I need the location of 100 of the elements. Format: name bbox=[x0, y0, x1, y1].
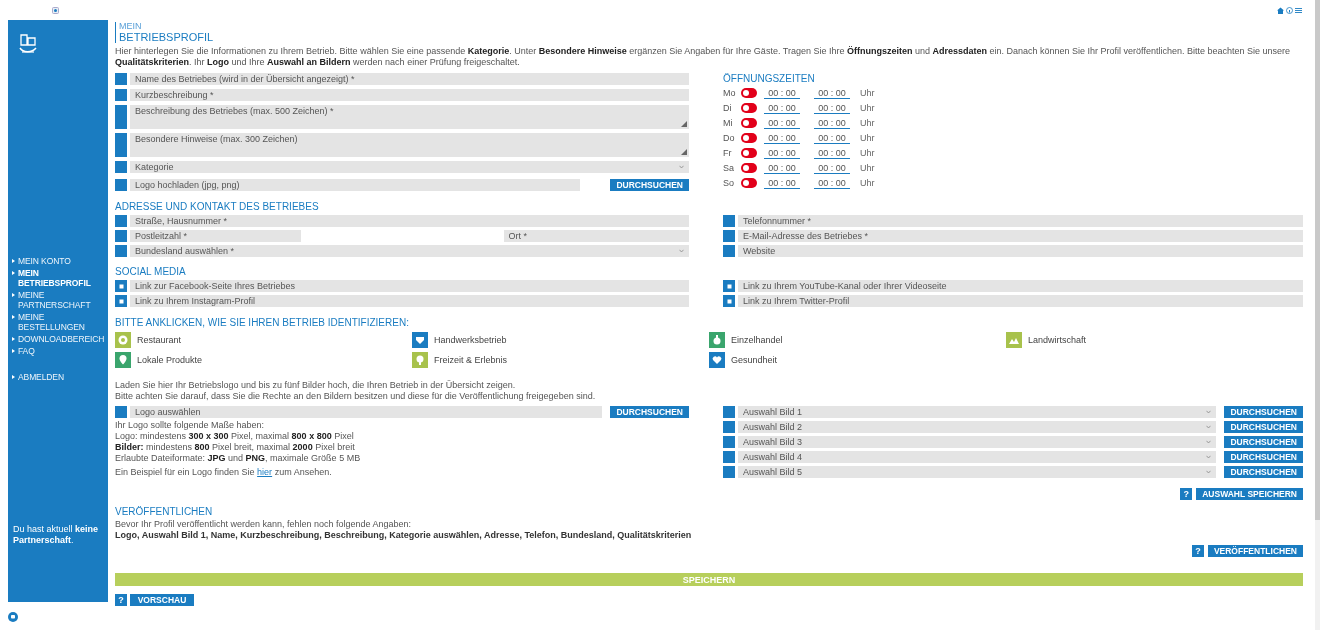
field-icon bbox=[115, 245, 127, 257]
day-label: So bbox=[723, 178, 735, 188]
file-field[interactable]: Logo auswählen bbox=[130, 406, 603, 418]
help-button[interactable]: ? bbox=[115, 594, 127, 606]
example-link[interactable]: hier bbox=[257, 467, 273, 477]
unit-label: Uhr bbox=[860, 133, 875, 143]
text-area[interactable]: Beschreibung des Betriebes (max. 500 Zeichen) * bbox=[130, 105, 689, 129]
dropdown[interactable]: Kategorie bbox=[130, 161, 689, 173]
category-option[interactable]: Handwerksbetrieb bbox=[412, 332, 709, 348]
menu-icon[interactable] bbox=[1295, 6, 1302, 14]
home-icon[interactable] bbox=[1277, 6, 1284, 14]
category-option[interactable]: Einzelhandel bbox=[709, 332, 1006, 348]
toggle-switch[interactable] bbox=[741, 88, 757, 98]
dropdown[interactable]: Auswahl Bild 5 bbox=[738, 466, 1217, 478]
app-icon[interactable] bbox=[52, 6, 59, 14]
dropdown[interactable]: Auswahl Bild 2 bbox=[738, 421, 1217, 433]
category-option[interactable]: Landwirtschaft bbox=[1006, 332, 1303, 348]
field-icon bbox=[723, 451, 735, 463]
publish-button[interactable]: VERÖFFENTLICHEN bbox=[1207, 545, 1303, 557]
help-button[interactable]: ? bbox=[1180, 488, 1193, 500]
missing-fields-text: Logo, Auswahl Bild 1, Name, Kurzbeschreibung, Beschreibung, Kategorie auswählen, Adresse, Telefon, Bundesland, Qualitätskriterien bbox=[115, 530, 693, 541]
time-field[interactable]: 00 : 00 bbox=[814, 147, 850, 159]
browse-button[interactable]: DURCHSUCHEN bbox=[610, 179, 689, 191]
logout-link[interactable]: ABMELDEN bbox=[12, 372, 107, 382]
nav-item[interactable]: MEIN KONTO bbox=[12, 256, 107, 266]
note-text: zum Ansehen. bbox=[274, 467, 332, 477]
unit-label: Uhr bbox=[860, 88, 875, 98]
intro-text: Hier hinterlegen Sie die Informationen zu Ihrem Betrieb. Bitte wählen Sie eine passende Kategorie. Unter Besondere Hinweise ergänzen Sie Angaben für Ihre Gäste. Tragen Sie Ihre Öffnungszeiten und Adressdaten ein. Danach können Sie Ihr Profil veröffentlichen. Bitte beachten Sie unsere Qualitätskriterien. Ihr Logo und Ihre Auswahl an Bildern werden nach einer Prüfung freigeschaltet. bbox=[115, 46, 1291, 68]
time-field[interactable]: 00 : 00 bbox=[814, 87, 850, 99]
input-field[interactable]: Link zur Facebook-Seite Ihres Betriebes bbox=[130, 280, 689, 292]
section-heading: SOCIAL MEDIA bbox=[115, 266, 187, 277]
category-option[interactable]: Freizeit & Erlebnis bbox=[412, 352, 709, 368]
browse-button[interactable]: DURCHSUCHEN bbox=[1224, 451, 1303, 463]
input-field[interactable]: Link zu Ihrem Twitter-Profil bbox=[738, 295, 1303, 307]
category-option[interactable]: Restaurant bbox=[115, 332, 412, 348]
time-field[interactable]: 00 : 00 bbox=[814, 177, 850, 189]
dropdown[interactable]: Auswahl Bild 1 bbox=[738, 406, 1217, 418]
time-field[interactable]: 00 : 00 bbox=[764, 147, 800, 159]
toggle-switch[interactable] bbox=[741, 178, 757, 188]
day-label: Sa bbox=[723, 163, 735, 173]
category-option[interactable]: Gesundheit bbox=[709, 352, 1006, 368]
scrollbar[interactable] bbox=[1315, 0, 1320, 630]
note-text: Logo: mindestens 300 x 300 Pixel, maximal 800 x 800 Pixel bbox=[115, 431, 355, 442]
input-field[interactable]: Postleitzahl * bbox=[130, 230, 301, 242]
section-heading: ÖFFNUNGSZEITEN bbox=[723, 73, 816, 84]
field-icon bbox=[115, 179, 127, 191]
time-field[interactable]: 00 : 00 bbox=[764, 102, 800, 114]
nav-item[interactable]: FAQ bbox=[12, 346, 107, 356]
time-field[interactable]: 00 : 00 bbox=[764, 177, 800, 189]
browse-button[interactable]: DURCHSUCHEN bbox=[1224, 406, 1303, 418]
field-icon bbox=[115, 406, 127, 418]
dropdown[interactable]: Bundesland auswählen * bbox=[130, 245, 689, 257]
time-field[interactable]: 00 : 00 bbox=[764, 117, 800, 129]
toggle-switch[interactable] bbox=[741, 163, 757, 173]
input-field[interactable]: Name des Betriebes (wird in der Übersicht angezeigt) * bbox=[130, 73, 689, 85]
time-field[interactable]: 00 : 00 bbox=[814, 132, 850, 144]
field-icon bbox=[723, 436, 735, 448]
nav-item[interactable]: MEINE PARTNERSCHAFT bbox=[12, 290, 107, 310]
input-field[interactable]: Kurzbeschreibung * bbox=[130, 89, 689, 101]
input-field[interactable]: Ort * bbox=[503, 230, 689, 242]
day-label: Mo bbox=[723, 88, 737, 98]
preview-button[interactable]: VORSCHAU bbox=[130, 594, 194, 606]
browse-button[interactable]: DURCHSUCHEN bbox=[1224, 466, 1303, 478]
dropdown[interactable]: Auswahl Bild 4 bbox=[738, 451, 1217, 463]
input-field[interactable]: Link zu Ihrem Instagram-Profil bbox=[130, 295, 689, 307]
save-selection-button[interactable]: AUSWAHL SPEICHERN bbox=[1196, 488, 1303, 500]
input-field[interactable]: Telefonnummer * bbox=[738, 215, 1303, 227]
input-field[interactable]: E-Mail-Adresse des Betriebes * bbox=[738, 230, 1303, 242]
input-field[interactable]: Link zu Ihrem YouTube-Kanal oder Ihrer Videoseite bbox=[738, 280, 1303, 292]
chat-icon[interactable] bbox=[8, 612, 18, 622]
help-button[interactable]: ? bbox=[1191, 545, 1204, 557]
unit-label: Uhr bbox=[860, 148, 875, 158]
input-field[interactable]: Straße, Hausnummer * bbox=[130, 215, 689, 227]
toggle-switch[interactable] bbox=[741, 133, 757, 143]
time-field[interactable]: 00 : 00 bbox=[814, 102, 850, 114]
nav-item[interactable]: MEIN BETRIEBSPROFIL bbox=[12, 268, 107, 288]
nav-item[interactable]: DOWNLOADBEREICH bbox=[12, 334, 107, 344]
time-field[interactable]: 00 : 00 bbox=[764, 162, 800, 174]
time-field[interactable]: 00 : 00 bbox=[764, 132, 800, 144]
text-area[interactable]: Besondere Hinweise (max. 300 Zeichen) bbox=[130, 133, 689, 157]
time-field[interactable]: 00 : 00 bbox=[814, 162, 850, 174]
day-label: Di bbox=[723, 103, 733, 113]
info-icon[interactable] bbox=[1286, 6, 1293, 14]
chevron-icon bbox=[1206, 425, 1212, 429]
toggle-switch[interactable] bbox=[741, 148, 757, 158]
day-label: Fr bbox=[723, 148, 733, 158]
toggle-switch[interactable] bbox=[741, 118, 757, 128]
field-icon bbox=[115, 161, 127, 173]
time-field[interactable]: 00 : 00 bbox=[814, 117, 850, 129]
toggle-switch[interactable] bbox=[741, 103, 757, 113]
nav-item[interactable]: MEINE BESTELLUNGEN bbox=[12, 312, 107, 332]
browse-button[interactable]: DURCHSUCHEN bbox=[1224, 436, 1303, 448]
input-field[interactable]: Website bbox=[738, 245, 1303, 257]
category-option[interactable]: Lokale Produkte bbox=[115, 352, 412, 368]
time-field[interactable]: 00 : 00 bbox=[764, 87, 800, 99]
dropdown[interactable]: Auswahl Bild 3 bbox=[738, 436, 1217, 448]
file-field[interactable]: Logo hochladen (jpg, png) bbox=[130, 179, 581, 191]
browse-button[interactable]: DURCHSUCHEN bbox=[610, 406, 689, 418]
browse-button[interactable]: DURCHSUCHEN bbox=[1224, 421, 1303, 433]
field-icon bbox=[723, 466, 735, 478]
